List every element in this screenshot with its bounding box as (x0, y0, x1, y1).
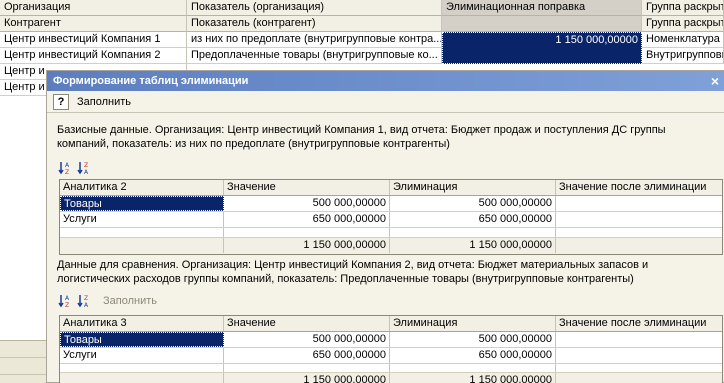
value-cell[interactable]: 650 000,00000 (224, 348, 390, 363)
column-header[interactable]: Значение после элиминации (556, 316, 722, 331)
section1-description: Базисные данные. Организация: Центр инве… (57, 124, 666, 150)
table-row[interactable]: Услуги 650 000,00000 650 000,00000 (60, 348, 722, 364)
table-row[interactable]: Товары 500 000,00000 500 000,00000 (60, 196, 722, 212)
column-header[interactable]: Аналитика 3 (60, 316, 224, 331)
bg-header-elimination-2 (442, 16, 642, 32)
bg-header-group-2[interactable]: Группа раскрыт (642, 16, 724, 32)
svg-text:A: A (65, 295, 70, 302)
dialog-title: Формирование таблиц элиминации (53, 75, 249, 87)
elimination-cell[interactable]: 650 000,00000 (390, 212, 556, 227)
bg-header-row-1: Организация Показатель (организация) Эли… (0, 0, 724, 16)
svg-text:Z: Z (84, 162, 88, 169)
totals-row: 1 150 000,00000 1 150 000,00000 (60, 238, 722, 254)
bg-header-counterparty[interactable]: Контрагент (0, 16, 187, 32)
bg-cell-org[interactable]: Центр инвестиций Компания 2 (0, 48, 187, 64)
column-header[interactable]: Аналитика 2 (60, 180, 224, 195)
svg-text:A: A (84, 169, 89, 176)
analytics-cell[interactable]: Услуги (60, 348, 224, 363)
column-header[interactable]: Значение (224, 316, 390, 331)
svg-text:Z: Z (65, 302, 69, 309)
bg-header-group[interactable]: Группа раскрыт (642, 0, 724, 16)
analytics-cell[interactable]: Услуги (60, 212, 224, 227)
bg-header-elimination[interactable]: Элиминационная поправка (442, 0, 642, 16)
value-cell[interactable]: 650 000,00000 (224, 212, 390, 227)
value-cell[interactable]: 500 000,00000 (224, 196, 390, 211)
bg-cell-indicator[interactable]: из них по предоплате (внутригрупповые ко… (187, 32, 442, 48)
svg-text:Z: Z (65, 169, 69, 176)
totals-value: 1 150 000,00000 (224, 238, 390, 253)
svg-text:Z: Z (84, 295, 88, 302)
after-elimination-cell[interactable] (556, 332, 722, 347)
table-row[interactable]: Услуги 650 000,00000 650 000,00000 (60, 212, 722, 228)
dialog-toolbar: ? Заполнить (47, 91, 724, 113)
column-header[interactable]: Элиминация (390, 316, 556, 331)
section2-description: Данные для сравнения. Организация: Центр… (57, 259, 649, 285)
column-header[interactable]: Значение после элиминации (556, 180, 722, 195)
dialog-title-bar[interactable]: Формирование таблиц элиминации × (47, 71, 724, 91)
bg-header-indicator-cp[interactable]: Показатель (контрагент) (187, 16, 442, 32)
bg-cell-org[interactable]: Центр инвестиций Компания 1 (0, 32, 187, 48)
table-row[interactable]: Товары 500 000,00000 500 000,00000 (60, 332, 722, 348)
svg-text:A: A (84, 302, 89, 309)
bg-header-organization[interactable]: Организация (0, 0, 187, 16)
totals-row: 1 150 000,00000 1 150 000,00000 (60, 373, 722, 383)
bg-cell-indicator[interactable]: Предоплаченные товары (внутригрупповые к… (187, 48, 442, 64)
after-elimination-cell[interactable] (556, 348, 722, 363)
bg-header-indicator-org[interactable]: Показатель (организация) (187, 0, 442, 16)
section2-fill-button[interactable]: Заполнить (103, 295, 157, 307)
section1-header: Аналитика 2 Значение Элиминация Значение… (60, 180, 722, 196)
svg-text:A: A (65, 162, 70, 169)
totals-value: 1 150 000,00000 (224, 373, 390, 383)
section1-sortbar: AZ ZA (57, 159, 95, 177)
analytics-cell[interactable]: Товары (60, 196, 224, 211)
section2-sortbar: AZ ZA Заполнить (57, 292, 157, 310)
totals-after (556, 238, 722, 253)
elimination-dialog: Формирование таблиц элиминации × ? Запол… (46, 70, 724, 383)
elimination-cell[interactable]: 500 000,00000 (390, 196, 556, 211)
table-row[interactable]: Центр инвестиций Компания 1 из них по пр… (0, 32, 724, 64)
column-header[interactable]: Значение (224, 180, 390, 195)
sort-descending-icon[interactable]: ZA (76, 293, 92, 309)
totals-label (60, 238, 224, 253)
after-elimination-cell[interactable] (556, 196, 722, 211)
close-icon[interactable]: × (707, 71, 723, 91)
column-header[interactable]: Элиминация (390, 180, 556, 195)
totals-elimination: 1 150 000,00000 (390, 373, 556, 383)
section2-table: Аналитика 3 Значение Элиминация Значение… (59, 315, 723, 383)
bg-cell-group[interactable]: Номенклатура (642, 32, 724, 48)
elimination-cell[interactable]: 650 000,00000 (390, 348, 556, 363)
help-icon[interactable]: ? (53, 93, 69, 110)
analytics-cell[interactable]: Товары (60, 332, 224, 347)
elimination-cell[interactable]: 500 000,00000 (390, 332, 556, 347)
table-row[interactable]: Центр инвестиций Компания 2 Предоплаченн… (0, 48, 724, 64)
after-elimination-cell[interactable] (556, 212, 722, 227)
totals-label (60, 373, 224, 383)
sort-ascending-icon[interactable]: AZ (57, 293, 73, 309)
sort-descending-icon[interactable]: ZA (76, 160, 92, 176)
totals-after (556, 373, 722, 383)
empty-row (60, 228, 722, 238)
empty-row (60, 364, 722, 373)
totals-elimination: 1 150 000,00000 (390, 238, 556, 253)
value-cell[interactable]: 500 000,00000 (224, 332, 390, 347)
sort-ascending-icon[interactable]: AZ (57, 160, 73, 176)
section1-table: Аналитика 2 Значение Элиминация Значение… (59, 179, 723, 255)
fill-button[interactable]: Заполнить (77, 96, 131, 108)
bg-cell-group[interactable]: Внутригрупповые (642, 48, 724, 64)
bg-bottom-area (0, 340, 48, 383)
bg-header-row-2: Контрагент Показатель (контрагент) Групп… (0, 16, 724, 32)
section2-header: Аналитика 3 Значение Элиминация Значение… (60, 316, 722, 332)
